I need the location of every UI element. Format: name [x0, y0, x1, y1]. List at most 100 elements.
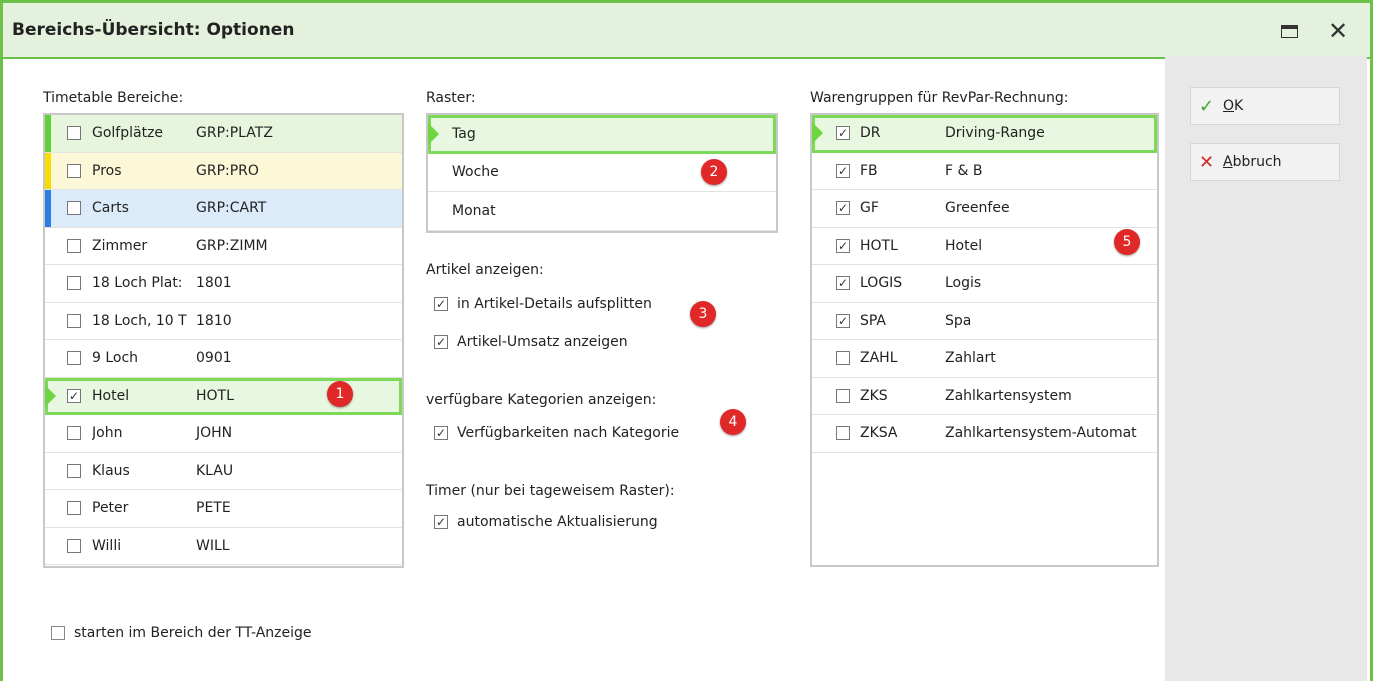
timetable-list[interactable]: Golfplätze GRP:PLATZ Pros GRP:PRO Carts GRP:C… — [43, 113, 404, 568]
row-checkbox[interactable]: ✓ — [836, 313, 850, 328]
row-checkbox[interactable] — [67, 313, 81, 328]
row-checkbox[interactable] — [67, 238, 81, 253]
warengruppe-row[interactable]: ZKS Zahlkartensystem — [812, 378, 1157, 415]
timetable-row[interactable]: Klaus KLAU — [45, 453, 402, 490]
cancel-button[interactable]: ✕ Abbruch — [1190, 143, 1340, 181]
row-checkbox[interactable]: ✓ — [836, 238, 850, 253]
row-name: Hotel — [92, 387, 130, 404]
row-checkbox[interactable] — [836, 351, 850, 365]
row-checkbox[interactable] — [67, 501, 81, 515]
row-checkbox[interactable] — [67, 463, 81, 478]
warengruppe-row[interactable]: ✓ HOTL Hotel — [812, 228, 1157, 265]
ok-button[interactable]: ✓ OK — [1190, 87, 1340, 125]
timetable-row[interactable]: 18 Loch Plat: 1801 — [45, 265, 402, 303]
row-checkbox[interactable] — [67, 163, 81, 178]
row-name: Peter — [92, 500, 129, 517]
warengruppe-row[interactable]: ZAHL Zahlart — [812, 340, 1157, 378]
check-icon: ✓ — [1199, 95, 1215, 117]
kategorien-option[interactable]: ✓ Verfügbarkeiten nach Kategorie — [434, 425, 679, 441]
row-checkbox[interactable]: ✓ — [836, 163, 850, 178]
row-name: Carts — [92, 200, 129, 217]
timetable-row[interactable]: Peter PETE — [45, 490, 402, 528]
x-icon: ✕ — [1199, 151, 1215, 173]
raster-item-label: Monat — [452, 202, 496, 219]
row-name: Golfplätze — [92, 125, 164, 142]
row-code: ZAHL — [860, 350, 898, 367]
warengruppen-list[interactable]: ✓ DR Driving-Range ✓ FB F & B ✓ GF Greenfee ✓ HOTL… — [810, 113, 1159, 567]
warengruppe-row[interactable]: ✓ SPA Spa — [812, 303, 1157, 340]
timer-label: Timer (nur bei tageweisem Raster): — [426, 483, 675, 499]
raster-item-label: Woche — [452, 164, 499, 181]
row-checkbox[interactable] — [836, 426, 850, 440]
row-checkbox[interactable]: ✓ — [836, 126, 850, 140]
annotation-badge-1: 1 — [327, 381, 353, 407]
row-code: GRP:PRO — [196, 162, 259, 179]
warengruppe-row[interactable]: ZKSA Zahlkartensystem-Automat — [812, 415, 1157, 453]
kategorien-checkbox[interactable]: ✓ — [434, 426, 448, 440]
timetable-row[interactable]: Pros GRP:PRO — [45, 152, 402, 190]
timer-option[interactable]: ✓ automatische Aktualisierung — [434, 514, 658, 530]
artikel-umsatz-option[interactable]: ✓ Artikel-Umsatz anzeigen — [434, 334, 628, 350]
selection-arrow-icon — [428, 122, 439, 145]
timer-text: automatische Aktualisierung — [457, 514, 658, 530]
timetable-row[interactable]: Carts GRP:CART — [45, 190, 402, 228]
selection-arrow-icon — [45, 384, 56, 407]
timetable-row[interactable]: Zimmer GRP:ZIMM — [45, 228, 402, 265]
row-name: F & B — [945, 162, 983, 179]
timetable-row[interactable]: Golfplätze GRP:PLATZ — [45, 115, 402, 153]
row-code: DR — [860, 125, 881, 142]
timer-checkbox[interactable]: ✓ — [434, 515, 448, 529]
row-checkbox[interactable] — [67, 538, 81, 553]
artikel-details-checkbox[interactable]: ✓ — [434, 297, 448, 311]
warengruppe-row[interactable]: ✓ GF Greenfee — [812, 190, 1157, 228]
warengruppen-label: Warengruppen für RevPar-Rechnung: — [810, 90, 1069, 106]
row-code: KLAU — [196, 462, 234, 479]
maximize-button[interactable] — [1275, 17, 1303, 45]
row-checkbox[interactable]: ✓ — [836, 201, 850, 215]
timetable-label: Timetable Bereiche: — [43, 90, 184, 106]
artikel-label: Artikel anzeigen: — [426, 262, 544, 278]
row-name: Zahlart — [945, 350, 996, 367]
warengruppe-row[interactable]: ✓ LOGIS Logis — [812, 265, 1157, 303]
row-name: Logis — [945, 275, 982, 292]
timetable-row[interactable]: 18 Loch, 10 T 1810 — [45, 303, 402, 340]
row-name: 9 Loch — [92, 350, 139, 367]
row-checkbox[interactable] — [67, 351, 81, 365]
cancel-button-accesskey: A — [1223, 154, 1233, 170]
row-code: GF — [860, 200, 879, 217]
row-name: Greenfee — [945, 200, 1010, 217]
row-checkbox[interactable] — [836, 388, 850, 403]
warengruppe-row[interactable]: ✓ DR Driving-Range — [812, 115, 1157, 153]
starten-checkbox[interactable] — [51, 626, 65, 640]
row-checkbox[interactable] — [67, 276, 81, 290]
raster-item[interactable]: Monat — [428, 192, 776, 231]
row-checkbox[interactable]: ✓ — [67, 388, 81, 403]
row-checkbox[interactable] — [67, 126, 81, 140]
artikel-details-text: in Artikel-Details aufsplitten — [457, 296, 652, 312]
close-button[interactable]: ✕ — [1324, 17, 1352, 45]
title-bar: Bereichs-Übersicht: Optionen ✕ — [3, 3, 1370, 59]
row-name: Zahlkartensystem — [945, 387, 1072, 404]
row-checkbox[interactable]: ✓ — [836, 276, 850, 290]
color-bar — [45, 152, 51, 189]
annotation-badge-4: 4 — [720, 409, 746, 435]
window-title: Bereichs-Übersicht: Optionen — [12, 20, 295, 40]
raster-item[interactable]: Tag — [428, 115, 776, 154]
raster-item-label: Tag — [452, 125, 476, 142]
row-checkbox[interactable] — [67, 426, 81, 440]
row-code: PETE — [196, 500, 231, 517]
row-checkbox[interactable] — [67, 201, 81, 215]
row-name: Klaus — [92, 462, 130, 479]
row-name: Hotel — [945, 237, 983, 254]
artikel-details-option[interactable]: ✓ in Artikel-Details aufsplitten — [434, 296, 652, 312]
timetable-row[interactable]: Willi WILL — [45, 528, 402, 565]
annotation-badge-2: 2 — [701, 159, 727, 185]
annotation-badge-5: 5 — [1114, 229, 1140, 255]
artikel-umsatz-checkbox[interactable]: ✓ — [434, 335, 448, 349]
starten-text: starten im Bereich der TT-Anzeige — [74, 625, 312, 641]
starten-option[interactable]: starten im Bereich der TT-Anzeige — [51, 625, 312, 641]
annotation-badge-3: 3 — [690, 301, 716, 327]
timetable-row[interactable]: 9 Loch 0901 — [45, 340, 402, 378]
warengruppe-row[interactable]: ✓ FB F & B — [812, 153, 1157, 190]
timetable-row[interactable]: John JOHN — [45, 415, 402, 453]
